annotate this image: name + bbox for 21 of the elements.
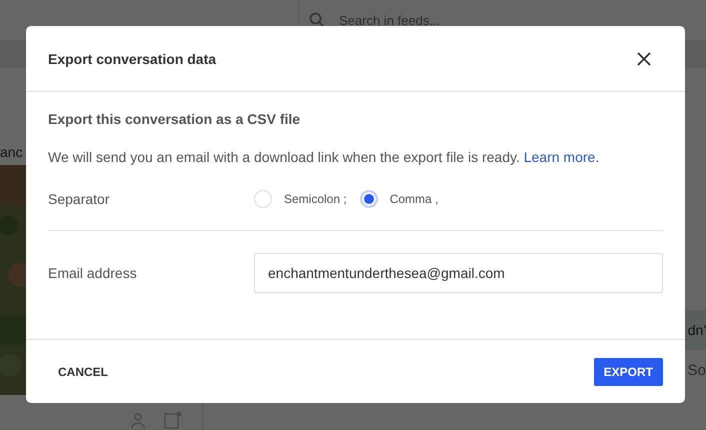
email-field[interactable]: enchantmentunderthesea@gmail.com: [254, 253, 663, 293]
search-icon: [309, 12, 325, 28]
message-text: So: [688, 362, 706, 378]
close-icon: [637, 52, 651, 66]
radio-button[interactable]: [360, 190, 378, 208]
export-button[interactable]: EXPORT: [594, 358, 663, 386]
list-item-text: anc: [0, 144, 23, 160]
field-label: Separator: [48, 191, 110, 207]
option-label[interactable]: Semicolon ;: [284, 192, 347, 206]
section-heading: Export this conversation as a CSV file: [48, 111, 302, 127]
option-label[interactable]: Comma ,: [390, 192, 438, 206]
cancel-button[interactable]: CANCEL: [48, 358, 118, 384]
description-text: We will send you an email with a download link when the export file is ready. Learn more.: [48, 149, 600, 165]
field-label: Email address: [48, 265, 138, 281]
learn-more-link[interactable]: Learn more.: [524, 149, 600, 165]
radio-button[interactable]: [254, 190, 272, 208]
close-button[interactable]: [635, 50, 653, 68]
dialog-title: Export conversation data: [48, 50, 216, 66]
note-icon: [164, 411, 182, 429]
person-icon: [131, 413, 145, 429]
message-text: dn': [688, 322, 706, 338]
